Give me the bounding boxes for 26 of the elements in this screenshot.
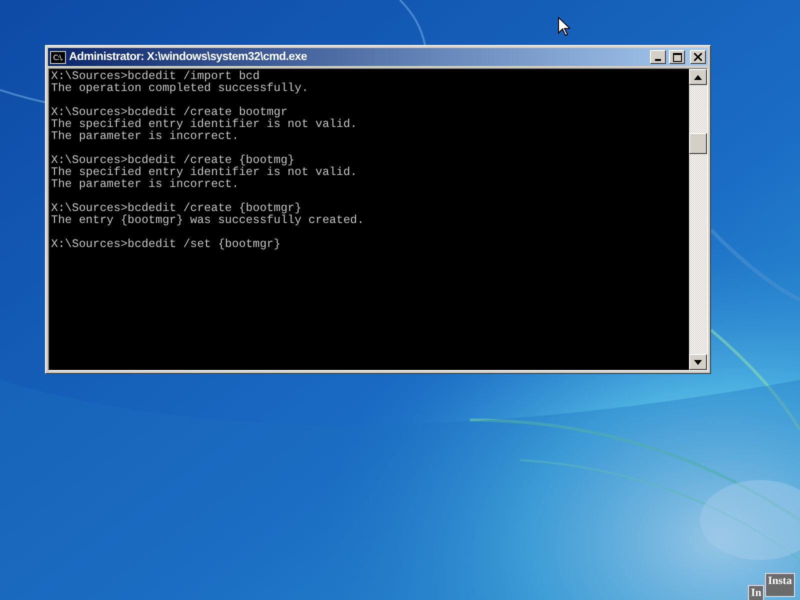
console-line: X:\Sources>bcdedit /import bcd (51, 71, 260, 83)
console-line: The parameter is incorrect. (51, 131, 240, 143)
background-window[interactable]: In (748, 585, 764, 600)
scroll-up-button[interactable] (689, 69, 707, 85)
close-icon (694, 53, 702, 61)
console-line: X:\Sources>bcdedit /set {bootmgr} (51, 239, 282, 251)
console-line: X:\Sources>bcdedit /create {bootmg} (51, 155, 296, 167)
minimize-button[interactable] (650, 50, 666, 64)
scroll-down-button[interactable] (689, 354, 707, 370)
console-line: The specified entry identifier is not valid. (51, 167, 358, 179)
console-line: The specified entry identifier is not valid. (51, 119, 358, 131)
mouse-pointer-icon (558, 17, 570, 36)
up-arrow-icon (694, 74, 702, 80)
close-button[interactable] (690, 50, 706, 64)
maximize-button[interactable] (669, 50, 685, 64)
window-title: Administrator: X:\windows\system32\cmd.exe (69, 51, 308, 63)
maximize-icon (672, 52, 682, 62)
down-arrow-icon (694, 360, 702, 364)
scrollbar[interactable] (689, 69, 707, 370)
console-line: X:\Sources>bcdedit /create {bootmgr} (51, 203, 302, 215)
console-line: The entry {bootmgr} was successfully created. (51, 215, 366, 227)
console-line: The parameter is incorrect. (51, 179, 240, 191)
scroll-thumb[interactable] (689, 133, 707, 154)
console-line: X:\Sources>bcdedit /create bootmgr (51, 107, 289, 119)
console-line: The operation completed successfully. (51, 83, 310, 95)
background-window[interactable]: Insta (765, 573, 795, 597)
